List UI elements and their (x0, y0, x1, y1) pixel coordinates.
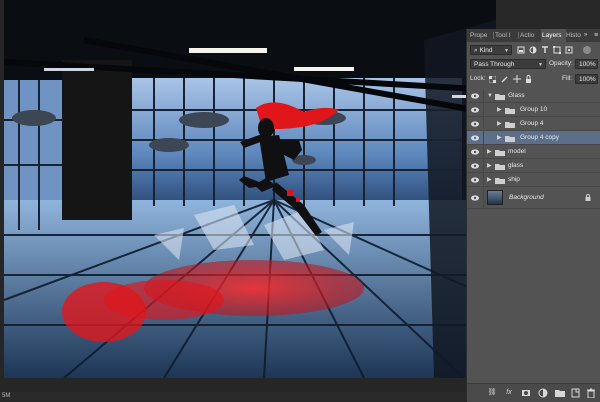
filter-adjustment-icon[interactable] (529, 46, 537, 54)
layer-name: Group 4 (520, 120, 544, 127)
layer-row-glass[interactable]: ▼ Glass (467, 89, 600, 103)
layer-thumbnail (487, 190, 503, 205)
new-layer-icon[interactable] (571, 388, 581, 398)
folder-icon (495, 94, 505, 100)
chevron-down-icon[interactable]: ▼ (487, 91, 493, 101)
chevron-right-icon[interactable]: ▶ (497, 133, 502, 143)
chevron-right-icon[interactable]: ▶ (497, 105, 502, 115)
eye-icon[interactable] (471, 107, 479, 113)
eye-icon[interactable] (471, 195, 479, 201)
folder-icon (505, 108, 515, 114)
blend-mode-value: Pass Through (474, 61, 515, 68)
lock-pixels-icon[interactable] (501, 76, 508, 83)
eye-icon[interactable] (471, 135, 479, 141)
chevron-right-icon[interactable]: ▶ (487, 161, 492, 171)
layer-name: Background (509, 194, 544, 201)
tab-layers[interactable]: Layers (541, 29, 566, 42)
opacity-value: 100% (579, 61, 596, 68)
folder-icon (495, 150, 505, 156)
layer-name: Group 10 (520, 106, 548, 113)
adjustment-icon[interactable] (538, 388, 548, 398)
layers-panel: Prope Tool I Actio Layers Histo » ≡ ⌕ Ki… (466, 29, 600, 402)
layer-row-group-4-copy[interactable]: ▶ Group 4 copy (467, 131, 600, 145)
filter-type-icon[interactable] (541, 46, 549, 54)
visibility-divider (483, 159, 484, 173)
chevron-down-icon: ▼ (538, 62, 543, 68)
document-canvas[interactable] (4, 0, 496, 378)
layer-name: glass (508, 162, 524, 169)
visibility-divider (483, 131, 484, 145)
chevron-right-icon[interactable]: ▶ (487, 147, 492, 157)
artwork-image (4, 0, 496, 378)
folder-icon (505, 122, 515, 128)
eye-icon[interactable] (471, 93, 479, 99)
visibility-divider (483, 145, 484, 159)
filter-pixel-icon[interactable] (517, 46, 525, 54)
eye-icon[interactable] (471, 177, 479, 183)
chevron-right-icon[interactable]: ▶ (487, 175, 492, 185)
layer-name: Glass (508, 92, 525, 99)
fill-label: Fill: (562, 75, 573, 82)
panel-tab-bar: Prope Tool I Actio Layers Histo » ≡ (467, 29, 600, 42)
tab-properties[interactable]: Prope (469, 29, 494, 42)
fill-input[interactable]: 100% (575, 74, 598, 84)
tab-actions[interactable]: Actio (519, 29, 542, 42)
fill-value: 100% (579, 76, 596, 83)
blend-mode-select[interactable]: Pass Through ▼ (470, 59, 546, 69)
visibility-divider (483, 117, 484, 131)
visibility-divider (483, 173, 484, 187)
folder-icon (495, 164, 505, 170)
search-icon: ⌕ (474, 47, 478, 54)
layer-row-ship[interactable]: ▶ ship (467, 173, 600, 187)
layer-row-background[interactable]: Background (467, 187, 600, 209)
filter-kind-select[interactable]: ⌕ Kind ▼ (470, 45, 512, 55)
lock-position-icon[interactable] (513, 75, 521, 83)
eye-icon[interactable] (471, 163, 479, 169)
chevron-right-icon[interactable]: ▶ (497, 119, 502, 129)
layer-row-group-4[interactable]: ▶ Group 4 (467, 117, 600, 131)
tab-tool-presets[interactable]: Tool I (494, 29, 519, 42)
visibility-divider (483, 89, 484, 103)
link-icon[interactable]: ⛓ (487, 388, 497, 398)
tab-history[interactable]: Histo (565, 29, 585, 42)
filter-kind-label: Kind (479, 47, 493, 54)
lock-icon (585, 194, 591, 201)
trash-icon[interactable] (586, 388, 596, 398)
folder-icon (505, 136, 515, 142)
eye-icon[interactable] (471, 121, 479, 127)
panel-menu-icon[interactable]: ≡ (594, 29, 598, 42)
zoom-readout: 5M (2, 393, 11, 399)
layers-list: ▼ Glass ▶ Group 10 ▶ Group 4 ▶ Group 4 c… (467, 89, 600, 225)
layer-name: ship (508, 176, 520, 183)
canvas-area[interactable]: 5M (0, 0, 496, 401)
lock-label: Lock: (470, 75, 486, 82)
layers-panel-footer: ⛓ fx (467, 383, 600, 402)
layer-row-group-10[interactable]: ▶ Group 10 (467, 103, 600, 117)
layer-row-glass-lower[interactable]: ▶ glass (467, 159, 600, 173)
visibility-divider (483, 187, 484, 209)
filter-toggle-icon[interactable] (583, 46, 591, 54)
panel-expand-icon[interactable]: » (584, 29, 587, 42)
blend-row: Pass Through ▼ Opacity: 100% (467, 58, 600, 70)
lock-row: Lock: Fill: 100% (467, 73, 600, 85)
mask-icon[interactable] (521, 388, 531, 398)
filter-shape-icon[interactable] (553, 46, 561, 54)
lock-all-icon[interactable] (525, 75, 532, 83)
filter-row: ⌕ Kind ▼ (467, 44, 600, 56)
layer-row-model[interactable]: ▶ model (467, 145, 600, 159)
chevron-down-icon: ▼ (504, 48, 509, 54)
layer-name: Group 4 copy (520, 134, 560, 141)
filter-smart-object-icon[interactable] (565, 46, 573, 54)
folder-icon (495, 178, 505, 184)
fx-icon[interactable]: fx (504, 388, 514, 398)
visibility-divider (483, 103, 484, 117)
opacity-input[interactable]: 100% (575, 59, 598, 69)
folder-icon[interactable] (555, 388, 565, 398)
layer-name: model (508, 148, 526, 155)
lock-transparent-icon[interactable] (489, 76, 496, 83)
opacity-label: Opacity: (549, 60, 573, 67)
status-bar: 5M (0, 392, 466, 401)
eye-icon[interactable] (471, 149, 479, 155)
